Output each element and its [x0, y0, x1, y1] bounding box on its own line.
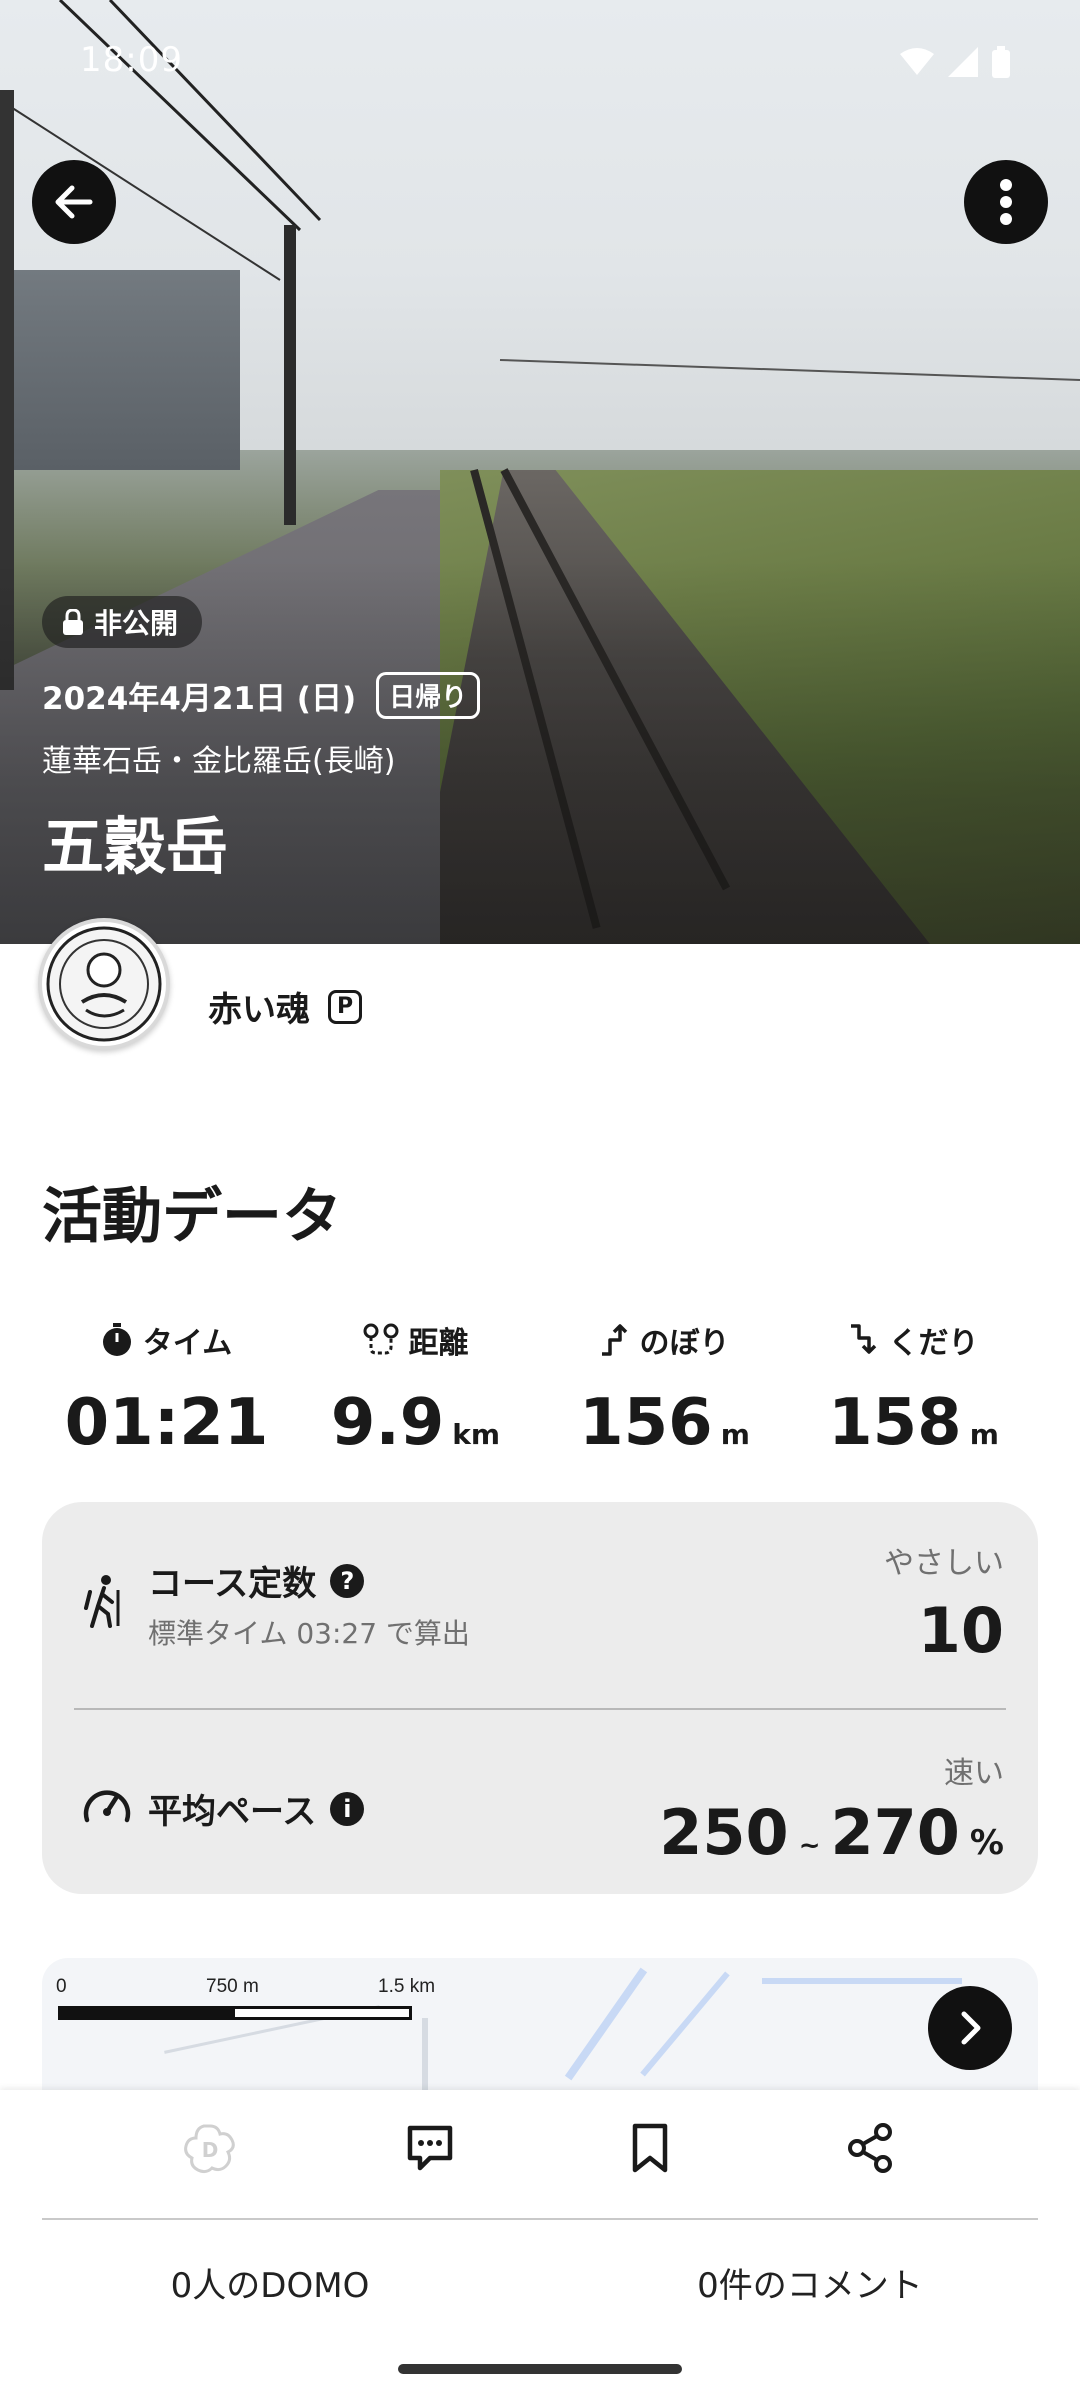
stat-label: くだり: [888, 1326, 979, 1361]
bookmark-icon: [632, 2123, 668, 2173]
course-constant-subtitle: 標準タイム 03:27 で算出: [148, 1617, 470, 1650]
average-pace-row[interactable]: 平均ペース i 速い 250 ~ 270 %: [42, 1710, 1038, 1894]
back-button[interactable]: [32, 160, 116, 244]
pace-from: 250: [659, 1796, 789, 1869]
stat-value: 156: [579, 1386, 713, 1460]
reaction-counts: 0人のDOMO 0件のコメント: [0, 2258, 1080, 2307]
trip-type-badge: 日帰り: [376, 672, 481, 719]
activity-date-line: 2024年4月21日 (日) 日帰り: [42, 672, 481, 719]
map-road: [564, 1967, 648, 2081]
timer-icon: [102, 1323, 131, 1356]
pace-level: 速い: [944, 1756, 1004, 1791]
user-info[interactable]: 赤い魂 P: [208, 982, 362, 1031]
lock-icon: [63, 609, 83, 635]
scale-label: 0: [56, 1976, 67, 1997]
help-icon[interactable]: ?: [330, 1563, 365, 1598]
ascent-icon: [601, 1324, 627, 1356]
course-constant-title: コース定数: [148, 1564, 317, 1604]
pace-to: 270: [830, 1796, 960, 1869]
route-icon: [363, 1323, 398, 1355]
share-button[interactable]: [760, 2122, 980, 2174]
bottom-divider: [42, 2218, 1038, 2220]
scale-bar: [58, 2006, 412, 2020]
signal-icon: [948, 47, 978, 77]
bottom-action-bar: D 0人のDOMO 0件のコメント: [0, 2090, 1080, 2400]
map-road: [640, 1971, 730, 2077]
route-map[interactable]: 0 750 m 1.5 km: [42, 1958, 1038, 2090]
home-indicator[interactable]: [398, 2364, 682, 2374]
comment-icon: [407, 2125, 453, 2171]
mountain-title: 五穀岳: [42, 810, 229, 883]
course-constant-value: 10: [917, 1594, 1004, 1667]
stat-value: 158: [828, 1386, 962, 1460]
premium-badge: P: [328, 989, 362, 1024]
more-options-button[interactable]: [964, 160, 1048, 244]
visibility-badge: 非公開: [42, 596, 203, 648]
gauge-icon: [83, 1790, 131, 1823]
stat-value: 9.9: [330, 1386, 445, 1460]
more-vertical-icon: [1000, 179, 1012, 225]
activity-date: 2024年4月21日 (日): [42, 681, 357, 717]
bookmark-button[interactable]: [540, 2122, 760, 2174]
pace-unit: %: [969, 1823, 1004, 1863]
comment-button[interactable]: [320, 2122, 540, 2174]
share-icon: [848, 2123, 892, 2173]
course-constant-row[interactable]: コース定数 ? 標準タイム 03:27 で算出 やさしい 10: [42, 1502, 1038, 1708]
area-name: 蓮華石岳・金比羅岳(長崎): [42, 744, 396, 779]
scale-label: 1.5 km: [378, 1976, 436, 1997]
visibility-label: 非公開: [94, 607, 179, 640]
stat-label: タイム: [142, 1326, 233, 1361]
course-pace-card: コース定数 ? 標準タイム 03:27 で算出 やさしい 10 平均ペース i …: [42, 1502, 1038, 1894]
stat-value: 01:21: [64, 1386, 269, 1460]
chevron-right-icon: [961, 2011, 981, 2045]
course-difficulty: やさしい: [884, 1546, 1004, 1581]
status-time: 18:09: [80, 40, 183, 80]
map-expand-button[interactable]: [928, 1986, 1012, 2070]
stat-time: タイム 01:21: [42, 1320, 291, 1460]
stat-unit: m: [969, 1418, 999, 1451]
stat-descent: くだり 158 m: [789, 1320, 1038, 1460]
hiker-icon: [84, 1575, 120, 1628]
average-pace-title: 平均ペース: [148, 1792, 317, 1832]
avatar[interactable]: [38, 918, 170, 1050]
svg-text:D: D: [202, 2138, 219, 2162]
stat-unit: km: [452, 1418, 501, 1451]
activity-data-title: 活動データ: [42, 1182, 342, 1252]
stat-distance: 距離 9.9 km: [291, 1320, 540, 1460]
stat-ascent: のぼり 156 m: [540, 1320, 789, 1460]
pace-separator: ~: [798, 1831, 821, 1861]
domo-count[interactable]: 0人のDOMO: [0, 2258, 540, 2307]
wifi-icon: [900, 48, 934, 75]
avatar-image: [46, 926, 162, 1042]
map-scale: 0 750 m 1.5 km: [56, 1976, 456, 2036]
stat-label: のぼり: [639, 1326, 730, 1361]
domo-button[interactable]: D: [100, 2122, 320, 2178]
descent-icon: [850, 1324, 876, 1354]
comment-count[interactable]: 0件のコメント: [540, 2258, 1080, 2307]
status-icons: [900, 46, 1010, 78]
scale-label: 750 m: [206, 1976, 259, 1997]
arrow-left-icon: [55, 185, 93, 219]
stat-unit: m: [720, 1418, 750, 1451]
username[interactable]: 赤い魂: [208, 982, 310, 1031]
stat-label: 距離: [408, 1326, 469, 1361]
map-road: [762, 1978, 962, 1984]
battery-icon: [992, 46, 1010, 78]
activity-stats: タイム 01:21 距離 9.9 km のぼり 156 m くだり 158 m: [42, 1320, 1038, 1460]
info-icon[interactable]: i: [330, 1791, 365, 1826]
domo-flower-icon: D: [184, 2124, 235, 2174]
status-bar: 18:09: [0, 0, 1080, 120]
